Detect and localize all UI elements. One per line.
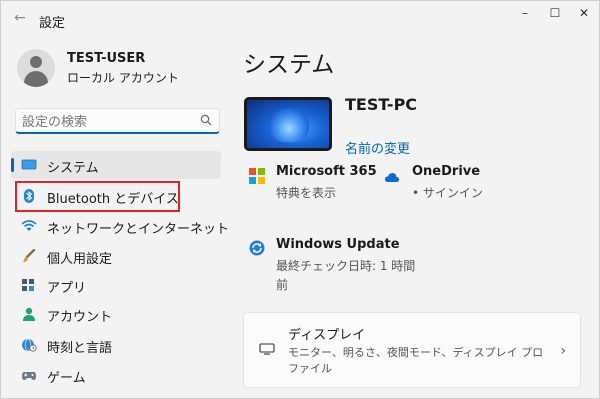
wallpaper-preview [247,100,329,148]
microsoft365-title[interactable]: Microsoft 365 [276,164,377,179]
brush-icon [23,249,36,262]
sidebar-item-gaming[interactable]: ゲーム [11,361,221,389]
back-arrow-icon[interactable]: ← [11,9,29,27]
search-input[interactable] [22,113,192,131]
windows-update-status-line2: 前 [276,278,289,292]
close-button[interactable]: ✕ [567,3,600,23]
sidebar-item-label: 個人用設定 [47,252,113,267]
microsoft-logo-icon [249,168,265,184]
sidebar-item-label: ネットワークとインターネット [47,222,230,237]
sidebar-item-personalization[interactable]: 個人用設定 [11,242,221,270]
chevron-right-icon: › [560,343,566,359]
user-name: TEST-USER [67,51,146,66]
onedrive-title[interactable]: OneDrive [412,164,480,179]
search-icon[interactable] [200,114,212,126]
sidebar-item-time-language[interactable]: 時刻と言語 [11,331,221,359]
gamepad-icon [22,372,36,380]
onedrive-cloud-icon [385,173,399,182]
app-title: 設定 [39,16,66,31]
avatar[interactable] [17,49,55,87]
display-settings-card[interactable]: ディスプレイ モニター、明るさ、夜間モード、ディスプレイ プロファイル › [243,312,581,388]
device-image [244,97,332,151]
sidebar-item-apps[interactable]: アプリ [11,271,221,299]
sidebar-item-system[interactable]: システム [11,151,221,179]
minimize-button[interactable]: – [508,3,542,23]
monitor-icon [21,159,37,170]
active-indicator [11,158,14,172]
device-name: TEST-PC [345,95,418,114]
avatar-body-shape [24,71,48,87]
rename-link[interactable]: 名前の変更 [345,138,410,157]
title-bar: ← 設定 – ☐ ✕ [1,1,600,37]
onedrive-subtitle[interactable]: • サインイン [412,184,483,201]
sidebar-item-network[interactable]: ネットワークとインターネット [11,212,229,240]
display-card-title: ディスプレイ [288,328,366,343]
avatar-head-shape [30,56,42,68]
microsoft365-subtitle[interactable]: 特典を表示 [276,184,336,201]
windows-update-status-line1: 最終チェック日時: 1 時間 [276,259,416,273]
display-monitor-icon [259,343,275,355]
windows-update-icon [249,240,265,256]
sidebar-item-label: アカウント [47,310,113,325]
sidebar-item-label: アプリ [47,281,87,296]
person-icon [23,307,35,321]
search-box[interactable] [15,108,220,134]
windows-update-title[interactable]: Windows Update [276,237,400,252]
highlight-box [15,181,180,212]
sidebar-item-label: システム [47,161,99,176]
sidebar-item-label: 時刻と言語 [47,341,113,356]
display-card-subtitle: モニター、明るさ、夜間モード、ディスプレイ プロファイル [288,346,544,375]
apps-icon [22,279,34,291]
globe-clock-icon [22,338,37,352]
account-type: ローカル アカウント [67,71,179,85]
sidebar-item-accounts[interactable]: アカウント [11,300,221,328]
wifi-icon [21,220,37,231]
wallpaper-bloom-shape [269,108,309,142]
page-title: システム [243,52,335,78]
sidebar-item-label: ゲーム [47,371,86,386]
